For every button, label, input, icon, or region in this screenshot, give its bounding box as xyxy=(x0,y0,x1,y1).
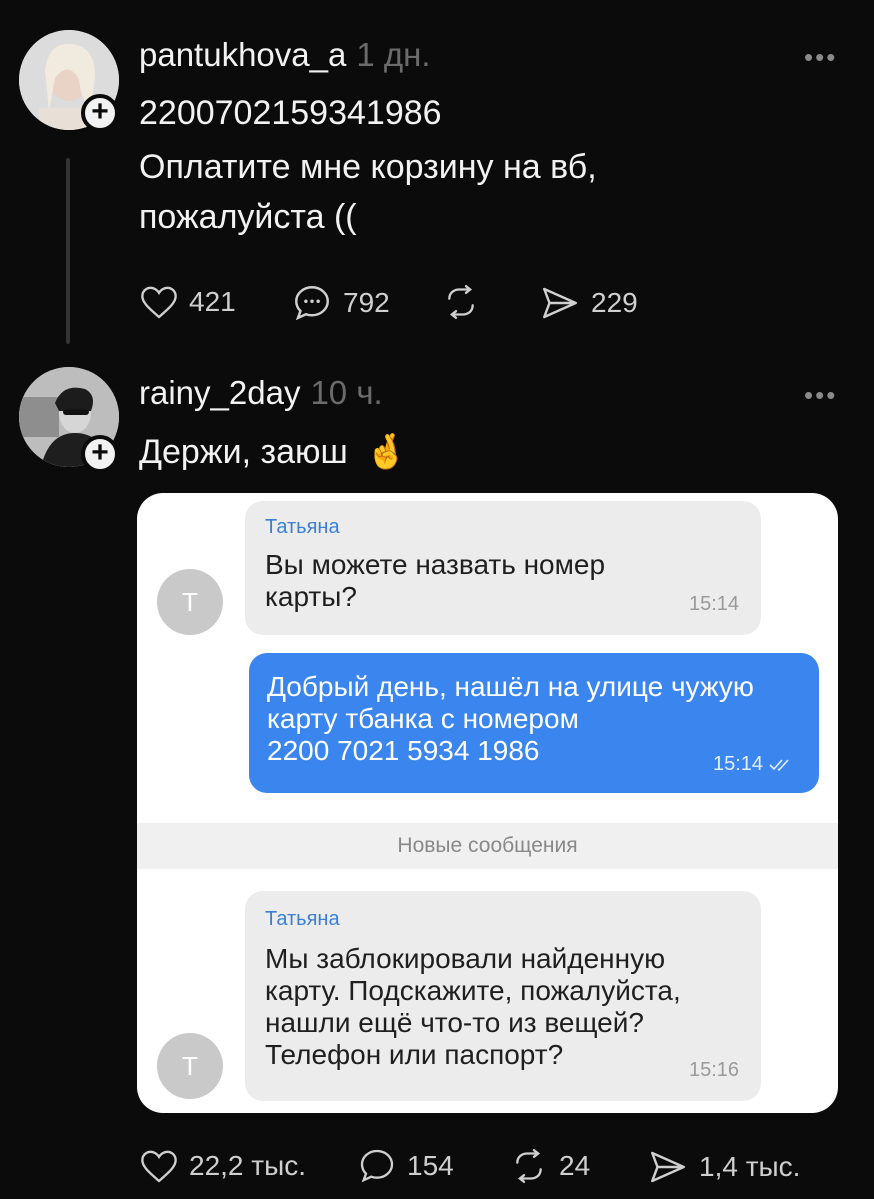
avatar-rainy[interactable]: + xyxy=(19,367,119,473)
outgoing-message: Добрый день, нашёл на улице чужую карту … xyxy=(249,653,819,793)
like-count: 22,2 тыс. xyxy=(189,1150,307,1181)
chat-avatar: Т xyxy=(157,1033,223,1099)
share-button[interactable]: 1,4 тыс. xyxy=(647,1146,800,1188)
post-actions: 421 792 229 xyxy=(139,282,659,326)
comment-icon xyxy=(295,286,329,321)
username-text[interactable]: pantukhova_a xyxy=(139,36,346,73)
repost-icon xyxy=(448,285,474,319)
post-time: 10 ч. xyxy=(310,374,383,411)
send-icon xyxy=(543,287,577,319)
comment-icon xyxy=(360,1149,394,1183)
more-options-icon[interactable]: ••• xyxy=(804,42,837,73)
comment-count: 154 xyxy=(407,1150,454,1181)
follow-plus-icon[interactable]: + xyxy=(81,94,119,132)
post-line: пожалуйста (( xyxy=(139,198,357,236)
post-username[interactable]: pantukhova_a 1 дн. xyxy=(139,36,431,74)
message-text: Добрый день, нашёл на улице чужую карту … xyxy=(267,671,754,767)
repost-icon xyxy=(516,1149,542,1183)
message-sender: Татьяна xyxy=(265,908,340,930)
crossed-fingers-emoji: 🤞 xyxy=(365,433,408,471)
comment-button[interactable]: 154 xyxy=(357,1146,454,1186)
message-line: карты? xyxy=(265,581,357,612)
share-count: 1,4 тыс. xyxy=(699,1151,801,1182)
post-body: Держи, заюш 🤞 xyxy=(139,427,408,477)
post-time: 1 дн. xyxy=(356,36,431,73)
post-line: 2200702159341986 xyxy=(139,94,442,132)
message-time: 15:14 xyxy=(689,593,740,615)
chat-avatar: Т xyxy=(157,569,223,635)
message-sender: Татьяна xyxy=(265,516,340,538)
comment-count: 792 xyxy=(343,287,390,318)
message-time-text: 15:14 xyxy=(713,753,764,775)
incoming-message: Татьяна Вы можете назвать номер карты? 1… xyxy=(245,501,761,635)
post-actions: 22,2 тыс. 154 24 1,4 тыс. xyxy=(139,1146,839,1190)
avatar-pantukhova[interactable]: + xyxy=(19,30,119,132)
heart-icon xyxy=(141,1150,177,1183)
share-button[interactable]: 229 xyxy=(539,282,638,324)
thread-line xyxy=(66,158,70,344)
new-messages-divider: Новые сообщения xyxy=(137,823,838,869)
post-line: Оплатите мне корзину на вб, xyxy=(139,148,597,186)
message-line: Вы можете назвать номер xyxy=(265,549,606,580)
post-body: 2200702159341986 Оплатите мне корзину на… xyxy=(139,88,597,242)
repost-button[interactable]: 24 xyxy=(509,1146,590,1186)
more-options-icon[interactable]: ••• xyxy=(804,380,837,411)
like-button[interactable]: 22,2 тыс. xyxy=(139,1146,306,1186)
message-line: 2200 7021 5934 1986 xyxy=(267,735,540,766)
repost-button[interactable] xyxy=(441,282,481,322)
message-line: Мы заблокировали найденную xyxy=(265,943,666,974)
message-line: нашли ещё что-то из вещей? xyxy=(265,1007,644,1038)
heart-icon xyxy=(141,286,177,319)
double-check-icon xyxy=(769,759,789,771)
comment-button[interactable]: 792 xyxy=(291,282,390,324)
message-time: 15:16 xyxy=(689,1059,740,1081)
send-icon xyxy=(651,1151,685,1183)
message-text: Мы заблокировали найденную карту. Подска… xyxy=(265,943,681,1071)
message-line: Телефон или паспорт? xyxy=(265,1039,564,1070)
like-button[interactable]: 421 xyxy=(139,282,236,322)
share-count: 229 xyxy=(591,287,638,318)
repost-count: 24 xyxy=(559,1150,591,1181)
message-time: 15:14 xyxy=(713,753,793,776)
like-count: 421 xyxy=(189,286,236,317)
username-text[interactable]: rainy_2day xyxy=(139,374,300,411)
chat-screenshot[interactable]: Т Татьяна Вы можете назвать номер карты?… xyxy=(137,493,838,1113)
message-line: карту тбанка с номером xyxy=(267,703,579,734)
message-line: Добрый день, нашёл на улице чужую xyxy=(267,671,754,702)
post-username[interactable]: rainy_2day 10 ч. xyxy=(139,374,383,412)
post-line: Держи, заюш xyxy=(139,433,348,471)
message-line: карту. Подскажите, пожалуйста, xyxy=(265,975,681,1006)
follow-plus-icon[interactable]: + xyxy=(81,435,119,473)
incoming-message: Татьяна Мы заблокировали найденную карту… xyxy=(245,891,761,1101)
message-text: Вы можете назвать номер карты? xyxy=(265,549,605,613)
